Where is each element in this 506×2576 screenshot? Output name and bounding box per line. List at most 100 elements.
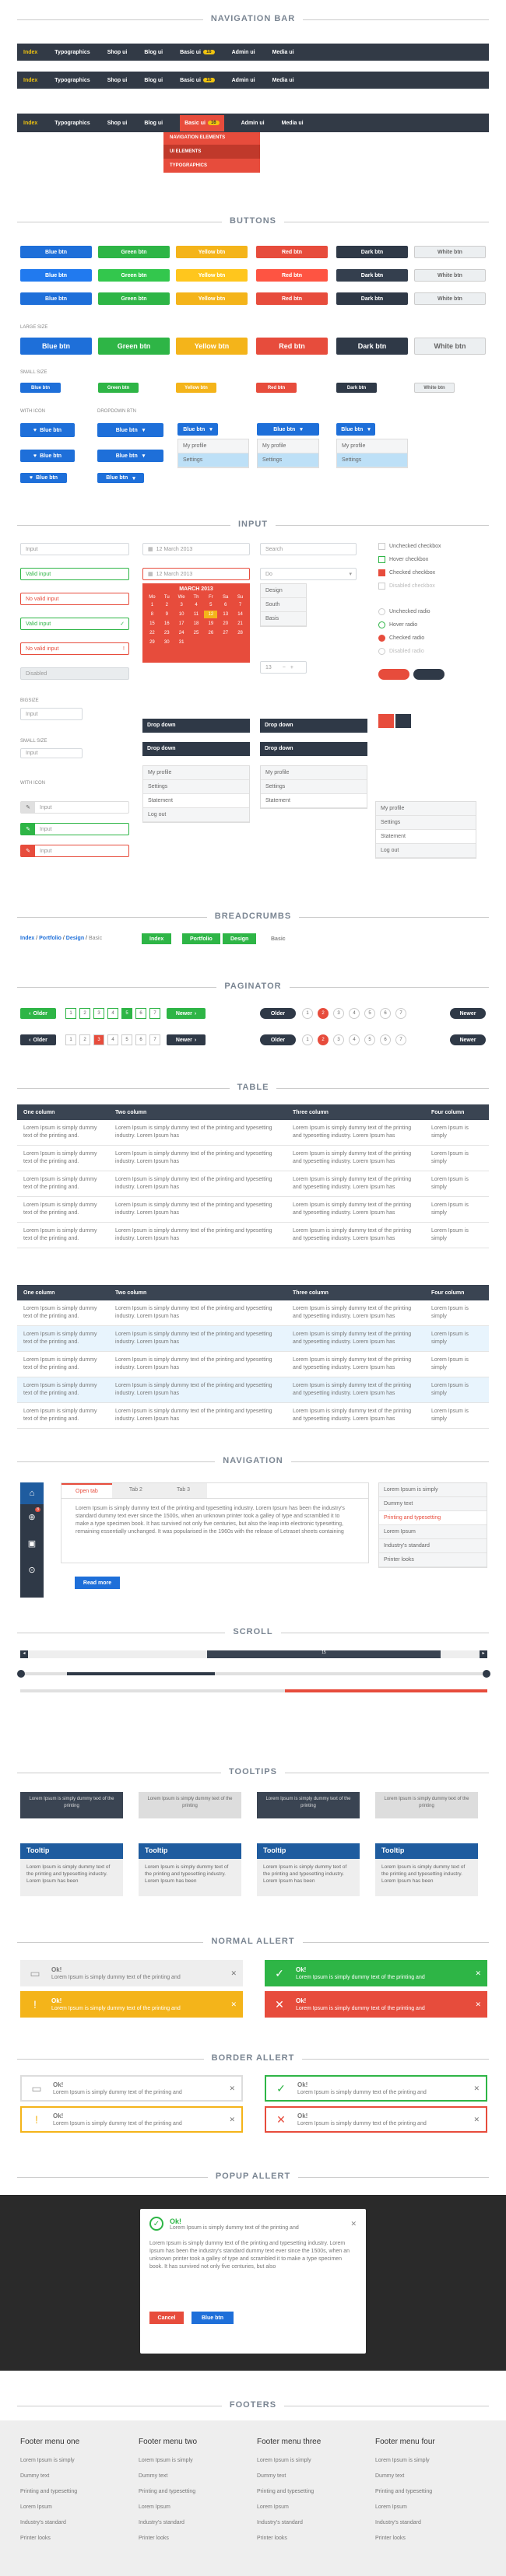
nav-item[interactable]: Shop ui (107, 78, 128, 83)
cancel-button[interactable]: Cancel (149, 2312, 184, 2324)
calendar-day[interactable]: 31 (175, 639, 188, 646)
footer-link[interactable]: Dummy text (139, 2469, 197, 2484)
calendar-day[interactable]: 11 (190, 611, 203, 618)
invalid-input[interactable]: No valid input (20, 593, 129, 605)
table-row[interactable]: Lorem Ipsum is simply dummy text of the … (17, 1196, 489, 1223)
menu-item[interactable]: My profile (178, 439, 248, 453)
menu-item[interactable]: My profile (258, 439, 318, 453)
radio[interactable]: Unchecked radio (378, 608, 430, 615)
button-dark[interactable]: Dark btn (336, 292, 408, 305)
page-number[interactable]: 5 (121, 1034, 132, 1045)
slider-handle[interactable] (17, 1670, 25, 1678)
nav-item[interactable]: Blog ui (144, 78, 163, 83)
menu-item[interactable]: My profile (261, 766, 367, 780)
radio[interactable]: Hover radio (378, 621, 417, 628)
breadcrumb-pill[interactable]: Portfolio (182, 933, 220, 944)
calendar-day[interactable]: 1 (146, 601, 159, 609)
checkbox[interactable]: Unchecked checkbox (378, 543, 441, 550)
older-button-round[interactable]: Older (260, 1008, 296, 1019)
button-red[interactable]: Red btn (256, 292, 328, 305)
icon-button[interactable]: ♥ Blue btn (20, 450, 75, 462)
footer-link[interactable]: Printer looks (20, 2531, 79, 2546)
page-number-round[interactable]: 6 (380, 1034, 391, 1045)
crumb[interactable]: Index (20, 936, 34, 941)
nav-item[interactable]: Shop ui (107, 121, 128, 126)
older-button[interactable]: ‹ Older (20, 1008, 56, 1019)
calendar-day[interactable]: 16 (160, 620, 174, 628)
page-number-round[interactable]: 7 (395, 1034, 406, 1045)
search-input[interactable]: Search (260, 543, 357, 555)
button-small-dark[interactable]: Dark btn (336, 383, 377, 393)
footer-link[interactable]: Printer looks (139, 2531, 197, 2546)
table-row[interactable]: Lorem Ipsum is simply dummy text of the … (17, 1222, 489, 1248)
button-large-white[interactable]: White btn (414, 338, 486, 355)
page-number-round[interactable]: 6 (380, 1008, 391, 1019)
number-stepper[interactable]: 13− + (260, 661, 307, 674)
big-input[interactable]: Input (20, 708, 83, 720)
calendar-day[interactable]: 6 (219, 601, 232, 609)
button-large-green[interactable]: Green btn (98, 338, 170, 355)
dropdown-button[interactable]: Blue btn ▾ (97, 450, 163, 462)
table-row[interactable]: Lorem Ipsum is simply dummy text of the … (17, 1145, 489, 1171)
column-header[interactable]: Two column (109, 1104, 286, 1120)
close-icon[interactable]: ✕ (229, 2084, 235, 2093)
side-list-item[interactable]: Lorem Ipsum (379, 1525, 487, 1539)
calendar-day[interactable]: 24 (175, 629, 188, 637)
calendar-day[interactable]: 18 (190, 620, 203, 628)
nav-item[interactable]: Typographics (54, 78, 90, 83)
checkbox[interactable]: Hover checkbox (378, 556, 428, 563)
tab-open[interactable]: Open tab (61, 1483, 112, 1498)
table-row[interactable]: Lorem Ipsum is simply dummy text of the … (17, 1300, 489, 1326)
page-number[interactable]: 3 (93, 1034, 104, 1045)
minus-icon[interactable]: − (283, 665, 286, 670)
footer-link[interactable]: Lorem Ipsum is simply (375, 2453, 435, 2469)
scroll-right-icon[interactable]: ▸ (480, 1650, 487, 1658)
menu-item[interactable]: Statement (261, 794, 367, 808)
close-icon[interactable]: ✕ (230, 2000, 237, 2009)
footer-link[interactable]: Printing and typesetting (139, 2484, 197, 2500)
menu-item[interactable]: My profile (143, 766, 249, 780)
footer-link[interactable]: Industry's standard (20, 2515, 79, 2531)
menu-item[interactable]: Settings (258, 453, 318, 467)
valid-input[interactable]: Valid input (20, 568, 129, 580)
button-small-green[interactable]: Green btn (98, 383, 139, 393)
nav-dropdown-item[interactable]: TYPOGRAPHICS (163, 159, 260, 173)
table-row[interactable]: Lorem Ipsum is simply dummy text of the … (17, 1325, 489, 1352)
newer-button-round[interactable]: Newer (450, 1008, 486, 1019)
footer-link[interactable]: Printing and typesetting (20, 2484, 79, 2500)
nav-item[interactable]: Index (23, 78, 37, 83)
column-header[interactable]: One column (17, 1285, 109, 1300)
button-small-blue[interactable]: Blue btn (20, 383, 61, 393)
calendar-day[interactable]: 26 (204, 629, 217, 637)
column-header[interactable]: Two column (109, 1285, 286, 1300)
button-blue[interactable]: Blue btn (20, 292, 92, 305)
calendar-day[interactable]: 4 (190, 601, 203, 609)
table-row[interactable]: Lorem Ipsum is simply dummy text of the … (17, 1351, 489, 1377)
calendar-day[interactable]: 30 (160, 639, 174, 646)
page-number[interactable]: 4 (107, 1008, 118, 1019)
calendar-day[interactable]: 14 (234, 611, 247, 618)
menu-item[interactable]: Settings (143, 780, 249, 794)
page-number[interactable]: 1 (65, 1008, 76, 1019)
nav-item[interactable]: Media ui (272, 50, 294, 55)
menu-item[interactable]: Settings (261, 780, 367, 794)
valid-input-icon[interactable]: Valid input ✓ (20, 618, 129, 630)
icon-button[interactable]: ♥ Blue btn (20, 473, 67, 483)
dropdown-1[interactable]: Drop down (142, 719, 250, 733)
nav-item[interactable]: Shop ui (107, 50, 128, 55)
side-list-item[interactable]: Printing and typesetting (379, 1511, 487, 1525)
dropdown-3[interactable]: Drop down (142, 742, 250, 756)
toggle-on[interactable] (378, 669, 409, 680)
calendar-day[interactable]: 23 (160, 629, 174, 637)
menu-item[interactable]: Settings (337, 453, 407, 467)
icon-button[interactable]: ♥ Blue btn (20, 423, 75, 437)
dropdown-button[interactable]: Blue btn ▾ (177, 423, 218, 436)
select-option[interactable]: Design (261, 584, 306, 598)
footer-link[interactable]: Dummy text (375, 2469, 435, 2484)
close-icon[interactable]: ✕ (475, 2000, 481, 2009)
date-input[interactable]: ▦ 12 March 2013 (142, 543, 250, 555)
calendar-day[interactable]: 29 (146, 639, 159, 646)
nav-dropdown-item[interactable]: NAVIGATION ELEMENTS (163, 131, 260, 145)
button-small-white[interactable]: White btn (414, 383, 455, 393)
button-dark[interactable]: Dark btn (336, 246, 408, 258)
